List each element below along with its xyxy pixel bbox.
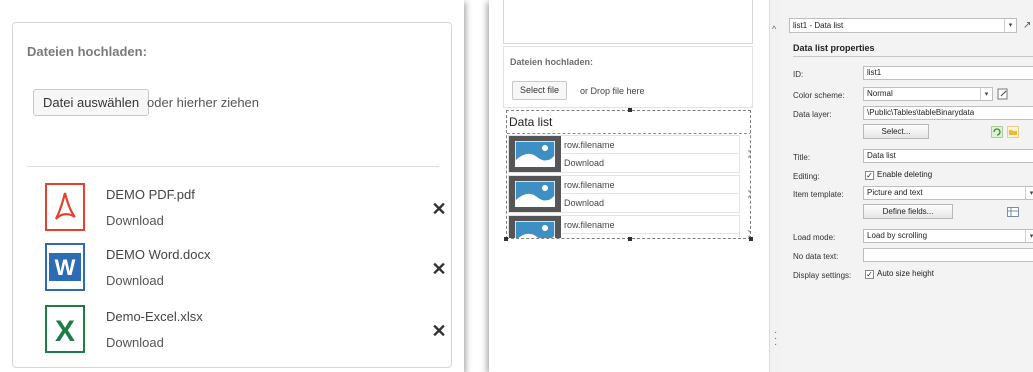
panel-splitter[interactable]: ^ · · · bbox=[769, 0, 781, 372]
svg-text:W: W bbox=[55, 255, 76, 280]
file-row: W DEMO Word.docx Download ✕ bbox=[33, 243, 447, 299]
download-link[interactable]: Download bbox=[562, 195, 604, 211]
properties-title: Data list properties bbox=[793, 43, 1033, 57]
folder-icon[interactable] bbox=[1007, 126, 1019, 138]
data-list-control[interactable]: Data list row.filename Download ✕ bbox=[506, 110, 751, 239]
refresh-icon[interactable] bbox=[991, 126, 1003, 138]
designer-window: Dateien hochladen: Select file or Drop f… bbox=[489, 0, 1033, 372]
resize-handle[interactable] bbox=[504, 237, 508, 241]
file-name: DEMO PDF.pdf bbox=[106, 187, 195, 202]
auto-size-checkbox[interactable]: ✓ Auto size height bbox=[865, 269, 934, 279]
file-row: X Demo-Excel.xlsx Download ✕ bbox=[33, 305, 447, 361]
pin-icon[interactable]: ↗ bbox=[1023, 20, 1031, 31]
choose-file-button[interactable]: Datei auswählen bbox=[33, 89, 150, 116]
remove-file-icon[interactable]: ✕ bbox=[431, 260, 447, 278]
data-layer-label: Data layer: bbox=[793, 110, 832, 119]
file-name: DEMO Word.docx bbox=[106, 247, 211, 262]
list-item[interactable]: row.filename bbox=[508, 215, 740, 238]
select-data-layer-button[interactable]: Select... bbox=[863, 124, 929, 139]
color-scheme-select[interactable]: Normal ▾ bbox=[863, 87, 993, 101]
id-field[interactable]: list1 bbox=[863, 66, 1033, 80]
remove-file-icon[interactable]: ✕ bbox=[431, 322, 447, 340]
word-icon: W bbox=[45, 243, 85, 291]
svg-text:X: X bbox=[55, 315, 75, 348]
remove-icon[interactable]: ✕ bbox=[746, 147, 750, 161]
image-icon bbox=[515, 181, 555, 207]
thumbnail bbox=[509, 216, 561, 238]
title-field[interactable]: Data list bbox=[863, 149, 1033, 163]
enable-deleting-checkbox[interactable]: ✓ Enable deleting bbox=[865, 170, 932, 180]
chevron-down-icon[interactable]: ▾ bbox=[1004, 19, 1016, 32]
resize-handle[interactable] bbox=[628, 237, 632, 241]
excel-icon: X bbox=[45, 305, 85, 353]
color-scheme-label: Color scheme: bbox=[793, 91, 845, 100]
chevron-down-icon[interactable]: ▾ bbox=[1025, 230, 1033, 242]
checkbox-checked-icon[interactable]: ✓ bbox=[865, 171, 874, 180]
title-label: Title: bbox=[793, 153, 811, 162]
upload-heading: Dateien hochladen: bbox=[27, 44, 147, 59]
no-data-text-field[interactable] bbox=[863, 248, 1033, 262]
list-item[interactable]: row.filename Download bbox=[508, 135, 740, 173]
drop-hint: or Drop file here bbox=[580, 86, 645, 96]
resize-handle[interactable] bbox=[749, 237, 753, 241]
thumbnail bbox=[509, 136, 561, 172]
edit-icon[interactable] bbox=[997, 88, 1009, 100]
collapse-arrow-icon[interactable]: ^ bbox=[772, 24, 776, 34]
no-data-text-label: No data text: bbox=[793, 252, 839, 261]
download-link[interactable]: Download bbox=[106, 213, 164, 228]
download-link[interactable]: Download bbox=[562, 155, 604, 171]
download-link[interactable]: Download bbox=[106, 273, 164, 288]
file-row: DEMO PDF.pdf Download ✕ bbox=[33, 183, 447, 239]
upload-heading: Dateien hochladen: bbox=[510, 57, 594, 67]
display-settings-label: Display settings: bbox=[793, 271, 852, 280]
chevron-down-icon[interactable]: ▾ bbox=[980, 88, 992, 100]
grip-icon[interactable]: · · · bbox=[774, 328, 777, 350]
remove-file-icon[interactable]: ✕ bbox=[431, 200, 447, 218]
download-link[interactable]: Download bbox=[106, 335, 164, 350]
item-template-label: Item template: bbox=[793, 190, 844, 199]
divider bbox=[507, 133, 750, 134]
color-scheme-value: Normal bbox=[867, 89, 893, 98]
load-mode-select[interactable]: Load by scrolling ▾ bbox=[863, 229, 1033, 243]
canvas-placeholder bbox=[503, 0, 753, 44]
image-icon bbox=[515, 141, 555, 167]
selector-value: list1 - Data list bbox=[793, 21, 844, 30]
thumbnail bbox=[509, 176, 561, 212]
remove-icon[interactable]: ✕ bbox=[746, 187, 750, 201]
image-icon bbox=[515, 221, 555, 238]
define-fields-button[interactable]: Define fields... bbox=[863, 204, 953, 219]
enable-deleting-label: Enable deleting bbox=[877, 170, 933, 179]
table-icon[interactable] bbox=[1007, 206, 1019, 218]
pdf-icon bbox=[45, 183, 85, 231]
auto-size-label: Auto size height bbox=[877, 269, 934, 278]
data-layer-field[interactable]: \Public\Tables\tableBinarydata bbox=[863, 106, 1033, 120]
select-file-button[interactable]: Select file bbox=[512, 81, 568, 100]
item-filename: row.filename bbox=[562, 178, 738, 194]
upload-control[interactable]: Dateien hochladen: Select file or Drop f… bbox=[503, 46, 753, 108]
file-name: Demo-Excel.xlsx bbox=[106, 309, 203, 324]
item-filename: row.filename bbox=[562, 218, 738, 234]
upload-card: Dateien hochladen: Datei auswählen oder … bbox=[12, 22, 452, 368]
divider bbox=[27, 166, 439, 167]
drop-hint: oder hierher ziehen bbox=[147, 95, 260, 110]
chevron-down-icon[interactable]: ▾ bbox=[1025, 187, 1033, 199]
data-list-title: Data list bbox=[509, 115, 553, 129]
item-filename: row.filename bbox=[562, 138, 738, 154]
list-item[interactable]: row.filename Download bbox=[508, 175, 740, 213]
design-canvas: Dateien hochladen: Select file or Drop f… bbox=[489, 0, 769, 372]
resize-handle[interactable] bbox=[628, 108, 632, 112]
properties-panel: list1 - Data list ▾ ↗ Data list properti… bbox=[781, 0, 1033, 372]
runtime-preview: Dateien hochladen: Datei auswählen oder … bbox=[0, 0, 464, 372]
item-template-value: Picture and text bbox=[867, 188, 923, 197]
editing-label: Editing: bbox=[793, 172, 820, 181]
load-mode-label: Load mode: bbox=[793, 233, 836, 242]
load-mode-value: Load by scrolling bbox=[867, 231, 928, 240]
checkbox-checked-icon[interactable]: ✓ bbox=[865, 270, 874, 279]
element-selector[interactable]: list1 - Data list ▾ bbox=[789, 18, 1017, 33]
item-template-select[interactable]: Picture and text ▾ bbox=[863, 186, 1033, 200]
id-label: ID: bbox=[793, 70, 804, 79]
